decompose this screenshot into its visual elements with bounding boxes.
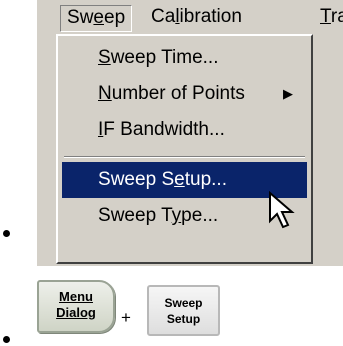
- menu-item-if-bandwidth[interactable]: IF Bandwidth...: [62, 112, 307, 148]
- menu-dialog-key-line1: Menu: [59, 289, 93, 304]
- menubar-item-label: Tra: [320, 6, 343, 27]
- menu-item-sweep-time[interactable]: Sweep Time...: [62, 40, 307, 76]
- list-bullet: [3, 230, 10, 237]
- menu-separator: [64, 156, 305, 158]
- mouse-pointer-icon: [269, 191, 295, 229]
- menu-screenshot: Sweep Calibration Tra Sweep Time... Numb…: [37, 0, 343, 266]
- menu-item-label: Sweep Time...: [98, 47, 219, 68]
- menubar: Sweep Calibration Tra: [37, 0, 343, 33]
- menu-item-label: IF Bandwidth...: [98, 119, 225, 140]
- menu-dialog-key[interactable]: Menu Dialog: [37, 280, 115, 333]
- menu-item-label: Sweep Setup...: [98, 169, 227, 190]
- menu-item-label: Number of Points: [98, 83, 245, 104]
- plus-sign: +: [121, 308, 131, 327]
- menu-item-number-of-points[interactable]: Number of Points ▶: [62, 76, 307, 112]
- menubar-item-calibration[interactable]: Calibration: [151, 5, 242, 29]
- list-bullet: [3, 336, 10, 343]
- sweep-setup-key-line2: Setup: [166, 312, 201, 326]
- sweep-menu-dropdown: Sweep Time... Number of Points ▶ IF Bandw…: [56, 34, 313, 264]
- menubar-item-trace[interactable]: Tra: [320, 5, 343, 29]
- menu-dialog-key-line2: Dialog: [56, 305, 96, 320]
- sweep-setup-key-line1: Sweep: [164, 296, 203, 310]
- menubar-item-sweep[interactable]: Sweep: [60, 5, 133, 32]
- menubar-item-label: Calibration: [151, 6, 242, 27]
- submenu-arrow-icon: ▶: [283, 86, 293, 101]
- menu-item-label: Sweep Type...: [98, 205, 219, 226]
- sweep-setup-key[interactable]: Sweep Setup: [147, 285, 220, 336]
- menubar-item-label: Sweep: [67, 7, 126, 28]
